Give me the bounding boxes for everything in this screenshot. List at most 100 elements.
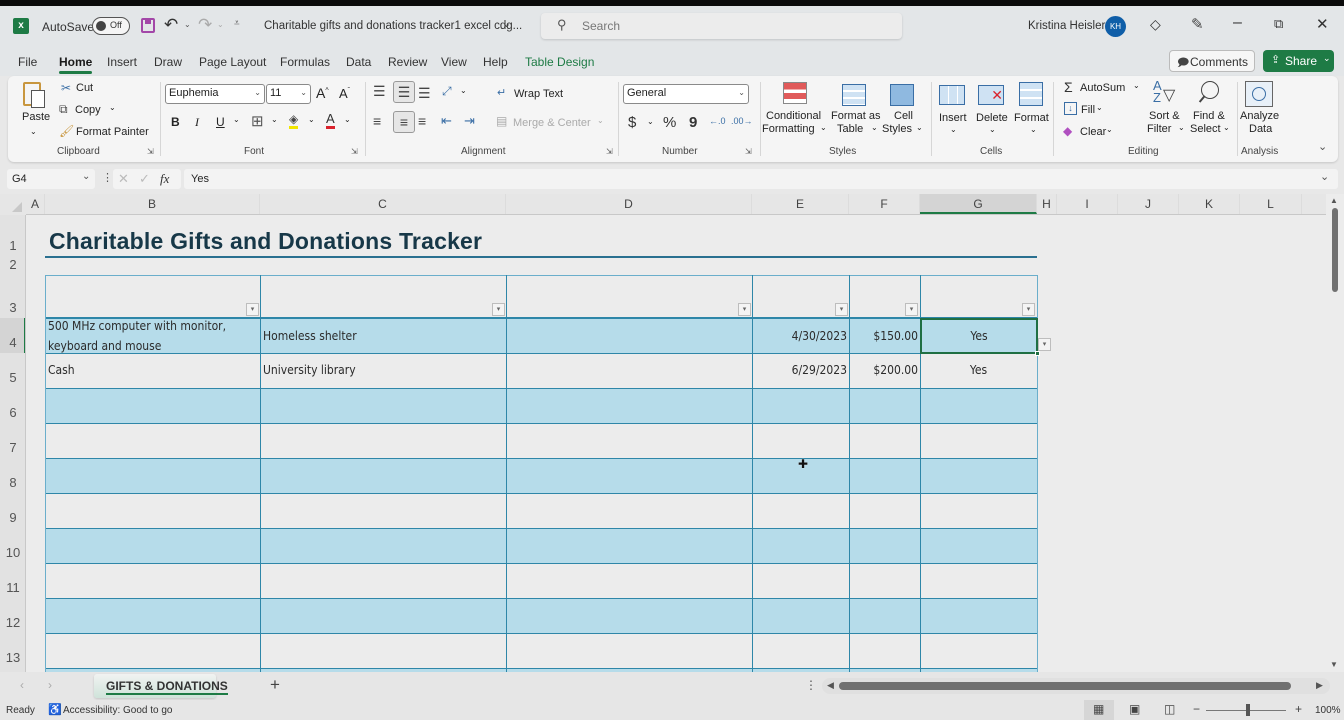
column-header-f[interactable]: F xyxy=(849,194,920,214)
column-header-i[interactable]: I xyxy=(1057,194,1118,214)
column-header-j[interactable]: J xyxy=(1118,194,1179,214)
row-header-11[interactable]: 11 xyxy=(0,580,28,595)
format-painter-icon[interactable]: 🖌 xyxy=(59,124,74,138)
find-select-button[interactable]: Find & Select ⌄ xyxy=(1190,80,1232,140)
column-header-h[interactable]: H xyxy=(1037,194,1057,214)
zoom-level[interactable]: 100% xyxy=(1315,705,1341,716)
wrap-text-button[interactable]: Wrap Text xyxy=(514,88,563,100)
underline-dropdown-icon[interactable]: ⌄ xyxy=(233,115,240,124)
row-header-2[interactable]: 2 xyxy=(0,257,28,272)
conditional-formatting-button[interactable]: Conditional Formatting ⌄ xyxy=(762,80,828,140)
undo-icon[interactable]: ↶ xyxy=(164,15,178,35)
fill-color-dropdown-icon[interactable]: ⌄ xyxy=(308,115,315,124)
row-header-12[interactable]: 12 xyxy=(0,615,28,630)
scroll-left-icon[interactable]: ◀ xyxy=(827,680,834,691)
delete-cells-button[interactable]: ✕ Delete ⌄ xyxy=(974,80,1010,140)
row-header-9[interactable]: 9 xyxy=(0,510,28,525)
next-sheet-icon[interactable]: › xyxy=(48,678,52,692)
format-cells-button[interactable]: Format ⌄ xyxy=(1012,80,1052,140)
scroll-down-icon[interactable]: ▼ xyxy=(1330,660,1338,669)
fill-icon[interactable]: ↓ xyxy=(1064,102,1077,115)
row-header-5[interactable]: 5 xyxy=(0,370,28,385)
formula-input[interactable]: Yes ⌄ xyxy=(184,169,1338,189)
scroll-right-icon[interactable]: ▶ xyxy=(1316,680,1323,691)
column-header-g[interactable]: G xyxy=(920,194,1037,214)
align-right-icon[interactable]: ≡ xyxy=(418,113,426,129)
increase-decimal-icon[interactable]: ←.0 xyxy=(709,116,726,126)
clear-dropdown-icon[interactable]: ⌄ xyxy=(1106,125,1113,134)
increase-font-icon[interactable]: A^ xyxy=(316,85,329,101)
currency-button[interactable]: $ xyxy=(628,114,636,131)
merge-center-icon[interactable]: ▤ xyxy=(496,114,507,128)
cell-c5[interactable]: University library xyxy=(263,363,356,377)
alignment-launcher-icon[interactable]: ⇲ xyxy=(606,147,613,156)
column-header-a[interactable]: A xyxy=(26,194,45,214)
tab-review[interactable]: Review xyxy=(388,55,427,69)
align-middle-icon[interactable]: ☰ xyxy=(393,81,415,103)
horizontal-scrollbar[interactable]: ◀ ▶ xyxy=(822,678,1330,694)
filter-dropdown-f[interactable]: ▾ xyxy=(905,303,918,316)
tab-draw[interactable]: Draw xyxy=(154,55,182,69)
currency-dropdown-icon[interactable]: ⌄ xyxy=(647,117,654,126)
fill-color-icon[interactable]: ◈ xyxy=(289,112,299,129)
insert-cells-button[interactable]: Insert ⌄ xyxy=(936,80,972,140)
font-color-dropdown-icon[interactable]: ⌄ xyxy=(344,115,351,124)
font-color-icon[interactable]: A xyxy=(326,112,335,129)
filter-dropdown-d[interactable]: ▾ xyxy=(738,303,751,316)
zoom-slider-thumb[interactable] xyxy=(1246,704,1250,716)
column-header-d[interactable]: D xyxy=(506,194,752,214)
row-header-4[interactable]: 4 xyxy=(0,335,28,350)
decrease-font-icon[interactable]: Aˇ xyxy=(339,86,350,101)
filter-dropdown-c[interactable]: ▾ xyxy=(492,303,505,316)
user-avatar[interactable]: KH xyxy=(1105,16,1126,37)
cut-button[interactable]: Cut xyxy=(76,82,93,94)
paste-button[interactable]: Paste ⌄ xyxy=(20,80,50,138)
font-name-select[interactable]: Euphemia ⌄ xyxy=(165,84,265,104)
tab-view[interactable]: View xyxy=(441,55,467,69)
vertical-scroll-thumb[interactable] xyxy=(1332,208,1338,292)
prev-sheet-icon[interactable]: ‹ xyxy=(20,678,24,692)
pen-icon[interactable]: ✎ xyxy=(1191,15,1204,33)
align-left-icon[interactable]: ≡ xyxy=(373,113,381,129)
zoom-out-button[interactable]: − xyxy=(1193,702,1200,716)
underline-button[interactable]: U xyxy=(216,115,225,129)
increase-indent-icon[interactable]: ⇥ xyxy=(464,113,475,129)
comments-button[interactable]: 🗩 Comments xyxy=(1169,50,1255,72)
cell-b5[interactable]: Cash xyxy=(48,363,75,377)
number-launcher-icon[interactable]: ⇲ xyxy=(745,147,752,156)
comma-style-button[interactable]: 9 xyxy=(689,114,697,131)
cell-f5[interactable]: $200.00 xyxy=(849,363,918,377)
tab-table-design[interactable]: Table Design xyxy=(525,55,594,69)
column-header-c[interactable]: C xyxy=(260,194,506,214)
share-button[interactable]: ⇪ Share ⌄ xyxy=(1263,50,1334,72)
autosave-toggle[interactable]: Off xyxy=(92,17,130,35)
row-header-7[interactable]: 7 xyxy=(0,440,28,455)
redo-icon[interactable]: ↷ xyxy=(198,15,212,35)
cell-e5[interactable]: 6/29/2023 xyxy=(752,363,847,377)
horizontal-scroll-thumb[interactable] xyxy=(839,682,1291,690)
column-header-l[interactable]: L xyxy=(1240,194,1302,214)
orientation-icon[interactable]: ⤢ xyxy=(442,84,452,99)
scroll-up-icon[interactable]: ▲ xyxy=(1330,196,1338,205)
selected-cell-g4[interactable]: Yes xyxy=(920,318,1038,354)
font-size-select[interactable]: 11 ⌄ xyxy=(266,84,311,104)
page-layout-view-icon[interactable]: ▣ xyxy=(1129,702,1140,716)
borders-icon[interactable]: ⊞ xyxy=(251,112,264,130)
select-all-corner[interactable] xyxy=(0,194,26,215)
tab-split-grip-icon[interactable]: ⋮ xyxy=(805,678,817,692)
row-header-6[interactable]: 6 xyxy=(0,405,28,420)
decrease-decimal-icon[interactable]: .00→ xyxy=(731,116,753,126)
sheet-tab-gifts-donations[interactable]: GIFTS & DONATIONS xyxy=(94,674,228,698)
align-top-icon[interactable]: ☰ xyxy=(373,83,386,100)
tab-data[interactable]: Data xyxy=(346,55,371,69)
row-header-10[interactable]: 10 xyxy=(0,545,28,560)
clipboard-launcher-icon[interactable]: ⇲ xyxy=(147,147,154,156)
cell-e4[interactable]: 4/30/2023 xyxy=(752,329,847,343)
normal-view-button[interactable]: ▦ xyxy=(1084,700,1114,720)
sort-filter-button[interactable]: AZ ▽ Sort & Filter ⌄ xyxy=(1147,79,1187,140)
copy-dropdown-icon[interactable]: ⌄ xyxy=(109,103,116,112)
filter-dropdown-e[interactable]: ▾ xyxy=(835,303,848,316)
analyze-data-button[interactable]: Analyze Data xyxy=(1240,80,1280,140)
vertical-scrollbar[interactable]: ▲ ▼ xyxy=(1326,194,1344,672)
collapse-ribbon-icon[interactable]: ⌄ xyxy=(1318,140,1327,153)
